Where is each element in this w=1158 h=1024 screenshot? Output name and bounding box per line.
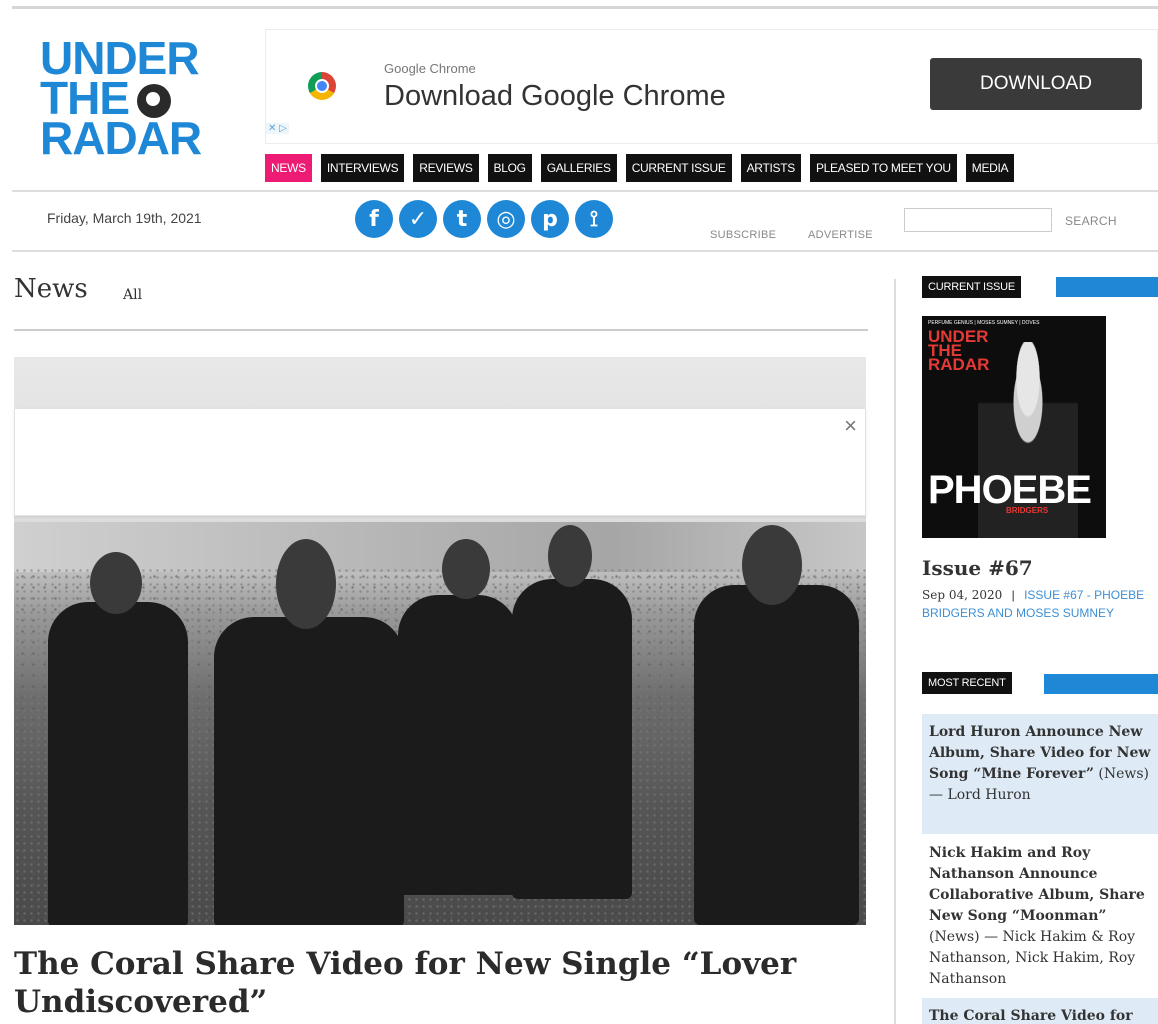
search-button[interactable]: SEARCH xyxy=(1065,214,1117,228)
photo-band-member-head xyxy=(442,539,490,599)
most-recent-accent-bar xyxy=(1044,674,1158,694)
header-divider xyxy=(12,190,1158,192)
nav-item-galleries[interactable]: GALLERIES xyxy=(540,154,617,182)
ad-banner[interactable]: Google Chrome Download Google Chrome DOW… xyxy=(265,29,1158,144)
top-rule xyxy=(12,6,1158,9)
tumblr-icon[interactable]: t xyxy=(443,200,481,238)
photo-band-member-head xyxy=(742,525,802,605)
radar-icon xyxy=(137,84,171,118)
filter-all-link[interactable]: All xyxy=(123,287,142,303)
photo-band-member xyxy=(512,579,632,899)
facebook-icon[interactable]: f xyxy=(355,200,393,238)
photo-band-member xyxy=(48,602,188,925)
twitter-icon[interactable]: ✓ xyxy=(399,200,437,238)
main-nav: NEWS INTERVIEWS REVIEWS BLOG GALLERIES C… xyxy=(265,154,1015,182)
recent-item[interactable]: Nick Hakim and Roy Nathanson Announce Co… xyxy=(922,835,1158,997)
current-date: Friday, March 19th, 2021 xyxy=(47,210,202,226)
nav-item-pleased-to-meet-you[interactable]: PLEASED TO MEET YOU xyxy=(809,154,957,182)
issue-meta: Sep 04, 2020 | ISSUE #67 - PHOEBE BRIDGE… xyxy=(922,586,1158,622)
search-input[interactable] xyxy=(904,208,1052,232)
ad-overlay-panel: × xyxy=(14,408,866,516)
photo-band-member-head xyxy=(548,525,592,587)
current-issue-label: CURRENT ISSUE xyxy=(922,276,1022,298)
nav-item-media[interactable]: MEDIA xyxy=(965,154,1015,182)
logo-line-radar: RADAR xyxy=(40,112,202,164)
photo-band-member xyxy=(398,595,518,895)
social-links: f ✓ t ◎ p ⟟ xyxy=(355,200,613,238)
chrome-logo-icon xyxy=(308,72,336,100)
sidebar-divider xyxy=(894,279,896,1024)
issue-cover-image[interactable]: PERFUME GENIUS | MOSES SUMNEY | DOVES UN… xyxy=(922,316,1106,538)
ad-headline[interactable]: Download Google Chrome xyxy=(384,80,726,113)
article-title[interactable]: The Coral Share Video for New Single “Lo… xyxy=(14,945,854,1021)
photo-band-member-head xyxy=(90,552,142,614)
site-logo[interactable]: UNDER THE RADAR xyxy=(40,35,202,168)
photo-band-member xyxy=(214,617,404,925)
title-divider xyxy=(14,329,868,331)
utility-divider xyxy=(12,250,1158,252)
cover-subname: BRIDGERS xyxy=(1006,506,1049,515)
cover-topline: PERFUME GENIUS | MOSES SUMNEY | DOVES xyxy=(928,320,1040,326)
nav-item-interviews[interactable]: INTERVIEWS xyxy=(320,154,405,182)
nav-item-current-issue[interactable]: CURRENT ISSUE xyxy=(625,154,732,182)
subscribe-link[interactable]: SUBSCRIBE xyxy=(710,229,776,241)
nav-item-news[interactable]: NEWS xyxy=(265,154,312,182)
ad-download-button[interactable]: DOWNLOAD xyxy=(930,58,1142,110)
recent-item[interactable]: Lord Huron Announce New Album, Share Vid… xyxy=(922,714,1158,834)
rss-icon[interactable]: ⟟ xyxy=(575,200,613,238)
pinterest-icon[interactable]: p xyxy=(531,200,569,238)
recent-item-meta: (News) — Nick Hakim & Roy Nathanson, Nic… xyxy=(929,929,1136,987)
current-issue-accent-bar xyxy=(1056,277,1158,297)
ad-advertiser: Google Chrome xyxy=(384,61,476,76)
page-title: News xyxy=(14,274,88,304)
close-icon[interactable]: × xyxy=(844,413,857,439)
nav-item-artists[interactable]: ARTISTS xyxy=(740,154,801,182)
nav-item-reviews[interactable]: REVIEWS xyxy=(413,154,479,182)
issue-date: Sep 04, 2020 xyxy=(922,588,1003,602)
recent-item-title[interactable]: The Coral Share Video for xyxy=(929,1008,1133,1024)
instagram-icon[interactable]: ◎ xyxy=(487,200,525,238)
nav-item-blog[interactable]: BLOG xyxy=(487,154,532,182)
recent-item[interactable]: The Coral Share Video for xyxy=(922,998,1158,1024)
photo-shoreline xyxy=(14,522,866,572)
advertise-link[interactable]: ADVERTISE xyxy=(808,229,873,241)
photo-band-member xyxy=(694,585,859,925)
issue-separator: | xyxy=(1011,588,1015,602)
most-recent-label: MOST RECENT xyxy=(922,672,1012,694)
ad-choices-icon[interactable]: ✕ ▷ xyxy=(266,123,289,134)
issue-title[interactable]: Issue #67 xyxy=(922,556,1033,580)
recent-item-title[interactable]: Nick Hakim and Roy Nathanson Announce Co… xyxy=(929,845,1145,924)
photo-band-member-head xyxy=(276,539,336,629)
